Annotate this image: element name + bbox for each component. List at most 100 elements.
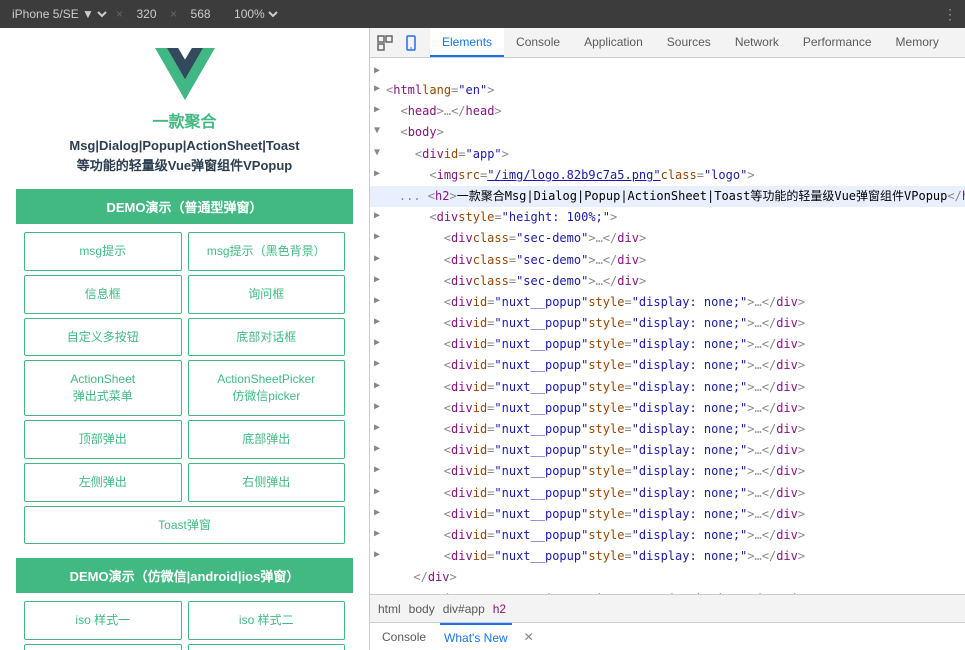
code-line[interactable]: ▶ <div id="nuxt__popup" style="display: …	[370, 313, 965, 334]
code-line[interactable]: ▶ <div id="nuxt__popup" style="display: …	[370, 546, 965, 567]
code-line[interactable]: ▶ <div class="sec-demo">…</div>	[370, 250, 965, 271]
inspect-icon[interactable]	[374, 32, 396, 54]
code-area: ▶▶<html lang="en">▶ <head>…</head>▼ <bod…	[370, 58, 965, 594]
code-line[interactable]: ▶ <div class="sec-demo">…</div>	[370, 271, 965, 292]
btn-custom-multi[interactable]: 自定义多按钮	[24, 318, 182, 357]
breadcrumb-h2[interactable]: h2	[493, 602, 506, 616]
toggle-icon[interactable]: ▶	[370, 102, 384, 118]
btn-left-popup[interactable]: 左侧弹出	[24, 463, 182, 502]
btn-msg2[interactable]: msg提示（黑色背景）	[188, 232, 346, 271]
device-select[interactable]: iPhone 5/SE ▼	[8, 6, 110, 22]
btn-grid-1: msg提示 msg提示（黑色背景）	[16, 232, 353, 271]
btn-ios1[interactable]: iso 样式一	[24, 601, 182, 640]
code-line[interactable]: ▶ <div id="nuxt__popup" style="display: …	[370, 525, 965, 546]
code-line[interactable]: ▶ <div id="nuxt__popup" style="display: …	[370, 419, 965, 440]
code-line[interactable]: ▶ <div class="sec-demo">…</div>	[370, 228, 965, 249]
code-line[interactable]: ▶ <div id="nuxt__popup" style="display: …	[370, 377, 965, 398]
breadcrumb-html[interactable]: html	[378, 602, 401, 616]
toggle-icon[interactable]: ▶	[370, 166, 384, 182]
code-line[interactable]: ▶	[370, 62, 965, 80]
width-input[interactable]	[129, 7, 164, 21]
toggle-icon[interactable]: ▶	[370, 251, 384, 267]
btn-android2[interactable]: android 样式二	[188, 644, 346, 650]
device-icon[interactable]	[400, 32, 422, 54]
more-options-icon[interactable]: ⋮	[943, 6, 957, 23]
code-line[interactable]: ▶<html lang="en">	[370, 80, 965, 101]
toggle-icon[interactable]: ▶	[370, 441, 384, 457]
dim-separator2: ×	[170, 7, 177, 21]
btn-msg1[interactable]: msg提示	[24, 232, 182, 271]
breadcrumb-body[interactable]: body	[409, 602, 435, 616]
btn-grid-6: 左侧弹出 右侧弹出	[16, 463, 353, 502]
code-line[interactable]: ▶ <div style="height: 100%;">	[370, 207, 965, 228]
toggle-icon[interactable]: ▶	[370, 335, 384, 351]
breadcrumb-div[interactable]: div#app	[443, 602, 485, 616]
toggle-icon[interactable]: ▶	[370, 356, 384, 372]
code-line[interactable]: ▶ <img src="/img/logo.82b9c7a5.png" clas…	[370, 165, 965, 186]
toggle-icon[interactable]: ▶	[370, 81, 384, 97]
toggle-icon[interactable]: ▶	[370, 547, 384, 563]
toggle-icon[interactable]: ▶	[370, 229, 384, 245]
btn-ios2[interactable]: iso 样式二	[188, 601, 346, 640]
toggle-icon[interactable]: ▼	[370, 145, 384, 161]
code-line[interactable]: ▶ <div id="nuxt__popup" style="display: …	[370, 355, 965, 376]
toggle-icon[interactable]: ▶	[370, 526, 384, 542]
btn-top-popup[interactable]: 顶部弹出	[24, 420, 182, 459]
toggle-icon[interactable]: ▶	[370, 314, 384, 330]
tab-console[interactable]: Console	[504, 28, 572, 57]
code-line[interactable]: ▶ <div id="nuxt__popup" style="display: …	[370, 398, 965, 419]
code-line[interactable]: ▶ <head>…</head>	[370, 101, 965, 122]
tab-sources[interactable]: Sources	[655, 28, 723, 57]
code-line[interactable]: ▼ <div id="app">	[370, 144, 965, 165]
toggle-icon[interactable]: ▶	[370, 208, 384, 224]
btn-actionsheet-picker[interactable]: ActionSheetPicker 仿微信picker	[188, 360, 346, 416]
toggle-icon[interactable]: ▶	[370, 63, 384, 79]
bottom-tab-whatsnew[interactable]: What's New	[440, 623, 512, 650]
toggle-icon[interactable]: ▼	[370, 123, 384, 139]
toggle-icon[interactable]: ▶	[370, 272, 384, 288]
section1-header: DEMO演示（普通型弹窗）	[16, 189, 353, 224]
toggle-icon[interactable]: ▶	[370, 293, 384, 309]
btn-ask[interactable]: 询问框	[188, 275, 346, 314]
code-line[interactable]: ▼ <body>	[370, 122, 965, 143]
btn-bottom-popup[interactable]: 底部弹出	[188, 420, 346, 459]
code-line[interactable]: ▶ <div id="nuxt__popup" style="display: …	[370, 292, 965, 313]
toggle-icon[interactable]: ▶	[370, 399, 384, 415]
tab-application[interactable]: Application	[572, 28, 655, 57]
btn-grid-2: 信息框 询问框	[16, 275, 353, 314]
close-whatsnew-icon[interactable]: ✕	[524, 630, 534, 644]
main-container: 一款聚合 Msg|Dialog|Popup|ActionSheet|Toast …	[0, 28, 965, 650]
code-line[interactable]: </div>	[370, 567, 965, 588]
code-line[interactable]: ... <h2>一款聚合Msg|Dialog|Popup|ActionSheet…	[370, 186, 965, 207]
code-line[interactable]: ▶ <div id="nuxt__popup" style="display: …	[370, 334, 965, 355]
toggle-icon[interactable]: ▶	[370, 505, 384, 521]
bottom-tab-console[interactable]: Console	[378, 623, 430, 650]
devtools-tab-icons	[374, 32, 422, 54]
tab-network[interactable]: Network	[723, 28, 791, 57]
btn-toast[interactable]: Toast弹窗	[24, 506, 345, 545]
btn-info[interactable]: 信息框	[24, 275, 182, 314]
toggle-icon[interactable]: ▶	[370, 378, 384, 394]
btn-grid-8: android 样式一 android 样式二	[16, 644, 353, 650]
toggle-icon[interactable]: ▶	[370, 484, 384, 500]
height-input[interactable]	[183, 7, 218, 21]
btn-bottom-dialog[interactable]: 底部对话框	[188, 318, 346, 357]
vue-logo	[155, 48, 215, 100]
btn-android1[interactable]: android 样式一	[24, 644, 182, 650]
bottom-console-area: Console What's New ✕	[370, 622, 965, 650]
tab-performance[interactable]: Performance	[791, 28, 884, 57]
code-line[interactable]: ▶ <div id="nuxt__popup" style="display: …	[370, 483, 965, 504]
toggle-icon[interactable]: ▶	[370, 462, 384, 478]
zoom-select[interactable]: 100%	[230, 6, 281, 22]
tab-memory[interactable]: Memory	[884, 28, 951, 57]
code-line[interactable]: ▶ <div id="nuxt__popup" style="display: …	[370, 461, 965, 482]
toggle-icon[interactable]: ▶	[370, 420, 384, 436]
btn-grid-7: iso 样式一 iso 样式二	[16, 601, 353, 640]
code-line[interactable]: ▶ <div id="nuxt__popup" style="display: …	[370, 504, 965, 525]
phone-content: 一款聚合 Msg|Dialog|Popup|ActionSheet|Toast …	[0, 28, 369, 650]
dim-separator: ×	[116, 7, 123, 21]
btn-right-popup[interactable]: 右侧弹出	[188, 463, 346, 502]
tab-elements[interactable]: Elements	[430, 28, 504, 57]
code-line[interactable]: ▶ <div id="nuxt__popup" style="display: …	[370, 440, 965, 461]
btn-actionsheet[interactable]: ActionSheet 弹出式菜单	[24, 360, 182, 416]
